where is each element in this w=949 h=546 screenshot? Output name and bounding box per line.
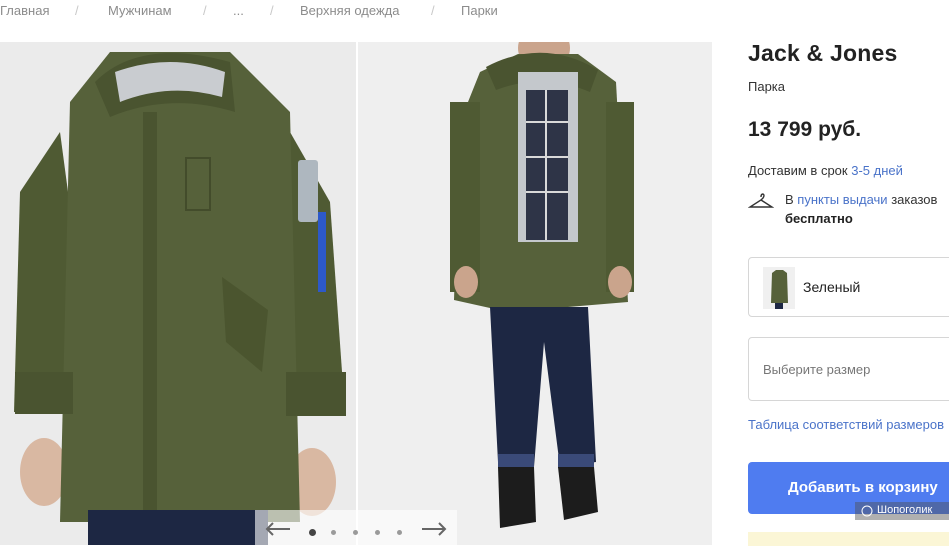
add-to-cart-label: Добавить в корзину xyxy=(788,479,938,496)
product-gallery xyxy=(0,42,712,545)
pickup-free-label: бесплатно xyxy=(785,211,853,226)
breadcrumb-item-parkas[interactable]: Парки xyxy=(461,3,498,18)
pickup-text: В пункты выдачи заказов xyxy=(785,192,937,207)
watermark-text: Шопоголик xyxy=(877,504,933,516)
breadcrumb: Главная / Мужчинам / ... / Верхняя одежд… xyxy=(0,0,720,24)
product-photo-fullbody[interactable] xyxy=(358,42,712,545)
hanger-icon xyxy=(748,193,774,208)
copyright-icon xyxy=(861,505,873,517)
product-info-panel: Jack & Jones Парка 13 799 руб. Доставим … xyxy=(748,0,949,546)
breadcrumb-item-ellipsis[interactable]: ... xyxy=(233,3,244,18)
pager-dot-2[interactable] xyxy=(331,530,336,535)
breadcrumb-item-men[interactable]: Мужчинам xyxy=(108,3,172,18)
promo-strip xyxy=(748,532,949,546)
pager-dot-4[interactable] xyxy=(375,530,380,535)
color-selector[interactable]: Зеленый xyxy=(748,257,949,317)
pager-dot-5[interactable] xyxy=(397,530,402,535)
product-price: 13 799 руб. xyxy=(748,118,862,141)
arrow-left-icon[interactable] xyxy=(265,522,291,536)
product-photo-closeup[interactable] xyxy=(0,42,356,545)
size-table-link[interactable]: Таблица соответствий размеров xyxy=(748,417,944,432)
arrow-right-icon[interactable] xyxy=(421,522,447,536)
pager-dot-1[interactable] xyxy=(309,529,316,536)
pickup-points-link[interactable]: пункты выдачи xyxy=(797,192,887,207)
breadcrumb-separator: / xyxy=(203,3,207,18)
color-swatch-thumbnail xyxy=(763,267,795,309)
color-label: Зеленый xyxy=(803,279,861,295)
breadcrumb-separator: / xyxy=(75,3,79,18)
breadcrumb-separator: / xyxy=(431,3,435,18)
pager-dot-3[interactable] xyxy=(353,530,358,535)
delivery-prefix: Доставим в срок xyxy=(748,163,852,178)
delivery-days-link[interactable]: 3-5 дней xyxy=(851,163,903,178)
breadcrumb-separator: / xyxy=(270,3,274,18)
pickup-suffix: заказов xyxy=(887,192,938,207)
size-placeholder: Выберите размер xyxy=(763,362,871,377)
product-type: Парка xyxy=(748,79,786,94)
breadcrumb-item-outerwear[interactable]: Верхняя одежда xyxy=(300,3,399,18)
delivery-info: Доставим в срок 3-5 дней xyxy=(748,163,903,178)
size-selector[interactable]: Выберите размер xyxy=(748,337,949,401)
breadcrumb-item-home[interactable]: Главная xyxy=(0,3,49,18)
pickup-prefix: В xyxy=(785,192,798,207)
gallery-pager xyxy=(255,510,457,545)
brand-name[interactable]: Jack & Jones xyxy=(748,40,897,67)
watermark: Шопоголик xyxy=(855,502,949,520)
